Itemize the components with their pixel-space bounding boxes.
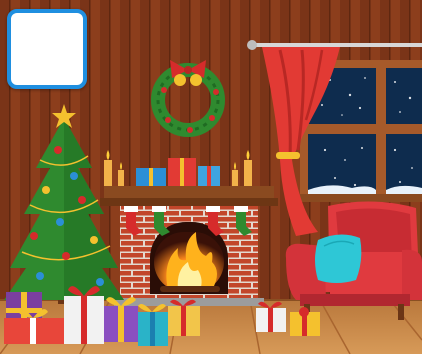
game-scene: [0, 0, 422, 354]
fireplace[interactable]: [100, 186, 278, 306]
inventory-slot[interactable]: [7, 9, 87, 89]
